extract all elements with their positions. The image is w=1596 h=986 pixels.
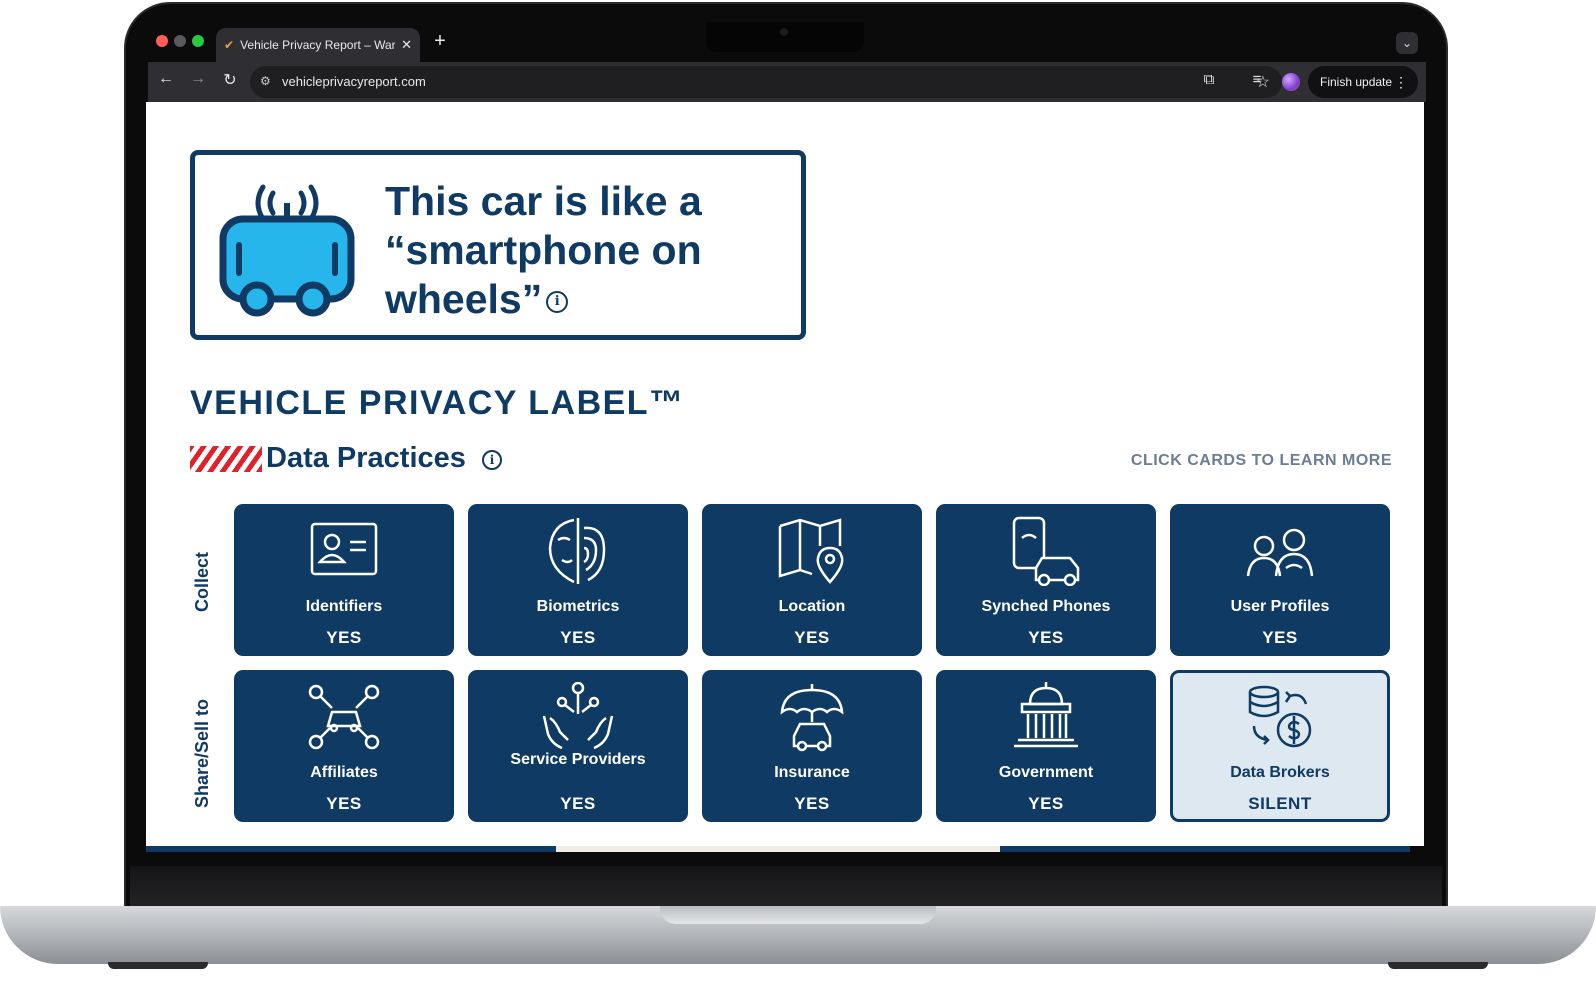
row-label-collect: Collect — [192, 551, 212, 612]
data-practices-info-icon[interactable]: i — [482, 450, 502, 470]
tab-favicon-icon: ✔ — [224, 38, 235, 52]
browser-menu-icon[interactable]: ⋮ — [1394, 66, 1408, 98]
card-name: Insurance — [774, 764, 850, 781]
card-name: Data Brokers — [1230, 764, 1330, 781]
card-value: SILENT — [1248, 794, 1312, 813]
card-value: YES — [560, 628, 596, 647]
hero-line-2: “smartphone on — [385, 227, 702, 273]
camera-notch — [706, 22, 864, 52]
hero-banner: This car is like a “smartphone on wheels… — [190, 150, 806, 340]
card-insurance[interactable]: Insurance YES — [702, 670, 922, 822]
card-value: YES — [794, 628, 830, 647]
card-name: User Profiles — [1230, 598, 1330, 615]
media-controls-icon[interactable]: ≡ — [1246, 71, 1268, 88]
card-user-profiles[interactable]: User Profiles YES — [1170, 504, 1390, 656]
card-location[interactable]: Location YES — [702, 504, 922, 656]
users-icon — [1246, 528, 1314, 577]
card-value: YES — [1262, 628, 1298, 647]
card-biometrics[interactable]: Biometrics YES — [468, 504, 688, 656]
hands-network-icon — [542, 682, 614, 750]
card-value: YES — [560, 794, 596, 813]
web-page: This car is like a “smartphone on wheels… — [146, 102, 1424, 846]
card-synched-phones[interactable]: Synched Phones YES — [936, 504, 1156, 656]
card-affiliates[interactable]: Affiliates YES — [234, 670, 454, 822]
card-government[interactable]: Government YES — [936, 670, 1156, 822]
hero-line-1: This car is like a — [385, 178, 702, 224]
capitol-icon — [1014, 682, 1078, 748]
database-dollar-icon — [1248, 685, 1312, 748]
network-car-icon — [308, 684, 380, 750]
page-bottom-strip — [146, 846, 1410, 852]
card-value: YES — [794, 794, 830, 813]
laptop-foot-right — [1388, 962, 1488, 969]
finish-update-label: Finish update — [1320, 75, 1393, 89]
card-value: YES — [1028, 628, 1064, 647]
privacy-label-title: VEHICLE PRIVACY LABEL™ — [190, 384, 685, 422]
browser-tab[interactable]: ✔ Vehicle Privacy Report – War ✕ — [216, 28, 420, 62]
row-label-share: Share/Sell to — [192, 698, 212, 808]
window-minimize-button[interactable] — [174, 35, 186, 47]
tab-search-chevron-icon[interactable]: ⌄ — [1396, 32, 1418, 54]
back-arrow-icon[interactable]: ← — [154, 70, 178, 88]
laptop-hinge — [130, 866, 1442, 906]
card-name: Identifiers — [305, 598, 383, 615]
reload-icon[interactable]: ↻ — [218, 70, 242, 90]
extensions-icon[interactable]: ⧉ — [1198, 71, 1220, 88]
hero-info-icon[interactable]: i — [546, 291, 569, 314]
new-tab-button[interactable]: + — [428, 30, 452, 53]
click-cards-hint: CLICK CARDS TO LEARN MORE — [1130, 452, 1392, 469]
laptop-foot-left — [108, 962, 208, 969]
card-identifiers[interactable]: Identifiers YES — [234, 504, 454, 656]
hero-line-3: wheels” — [385, 276, 543, 322]
camera-lens — [780, 28, 788, 36]
umbrella-car-icon — [780, 684, 844, 752]
profile-avatar[interactable] — [1282, 73, 1300, 91]
tab-title: Vehicle Privacy Report – War — [240, 38, 396, 52]
card-value: YES — [326, 794, 362, 813]
url-text[interactable]: vehicleprivacyreport.com — [282, 74, 426, 89]
connected-car-icon — [219, 184, 355, 317]
window-close-button[interactable] — [156, 35, 168, 47]
card-value: YES — [1028, 794, 1064, 813]
card-name: Government — [998, 764, 1094, 781]
tab-close-icon[interactable]: ✕ — [401, 37, 412, 53]
card-name: Service Providers — [510, 751, 646, 768]
site-settings-icon[interactable]: ⚙ — [260, 74, 271, 88]
card-service-providers[interactable]: Service Providers YES — [468, 670, 688, 822]
window-maximize-button[interactable] — [192, 35, 204, 47]
browser-toolbar: ← → ↻ ⚙ vehicleprivacyreport.com ☆ ⧉ ≡ F… — [148, 62, 1426, 102]
section-hatch-marker — [190, 446, 262, 472]
page-bottom-strip-highlight — [556, 846, 1000, 852]
card-name: Synched Phones — [981, 598, 1111, 615]
card-name: Location — [778, 598, 846, 615]
card-data-brokers[interactable]: Data Brokers SILENT — [1170, 670, 1390, 822]
face-fingerprint-icon — [548, 518, 606, 584]
map-pin-icon — [778, 518, 844, 584]
card-value: YES — [326, 628, 362, 647]
data-practices-title: Data Practices — [266, 442, 466, 474]
card-name: Affiliates — [310, 764, 378, 781]
card-name: Biometrics — [536, 598, 620, 615]
address-bar[interactable]: ⚙ vehicleprivacyreport.com ☆ — [250, 66, 1282, 98]
laptop-lid-notch — [660, 906, 936, 924]
phone-car-icon — [1012, 516, 1080, 586]
forward-arrow-icon[interactable]: → — [186, 70, 210, 88]
id-card-icon — [310, 522, 378, 576]
hero-headline: This car is like a “smartphone on wheels… — [385, 177, 765, 324]
finish-update-button[interactable]: Finish update ⋮ — [1308, 66, 1418, 98]
